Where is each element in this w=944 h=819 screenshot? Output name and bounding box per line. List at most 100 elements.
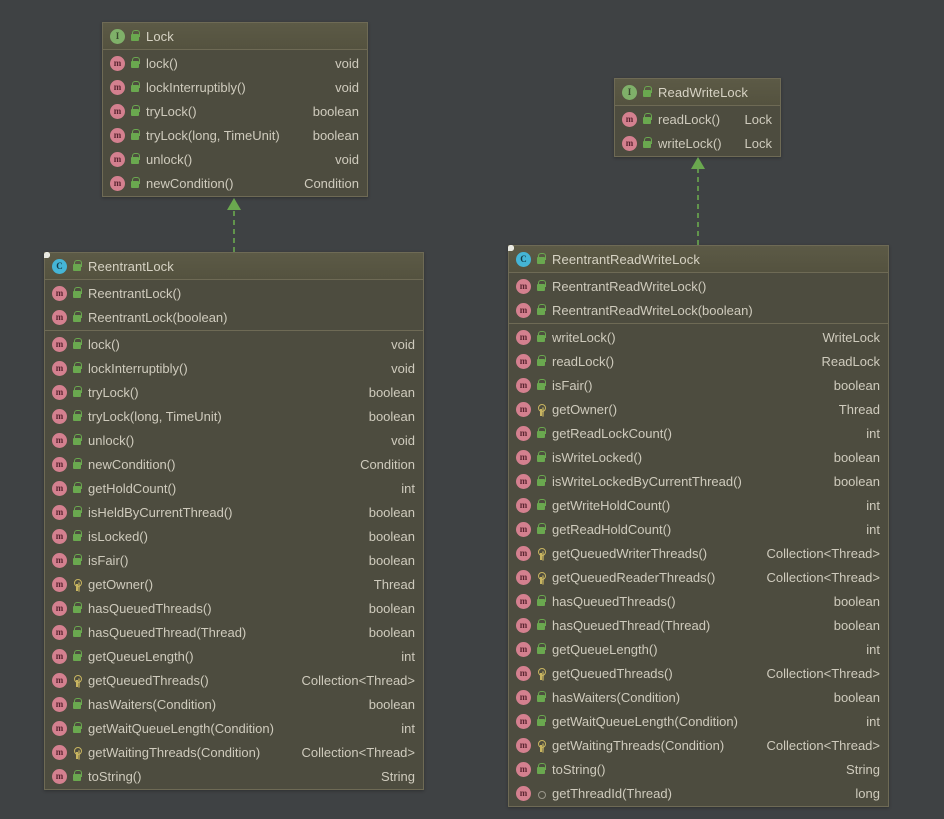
uml-member-row[interactable]: m getQueuedReaderThreads() Collection<Thre… (509, 565, 888, 589)
uml-member-row[interactable]: m hasQueuedThread(Thread) boolean (509, 613, 888, 637)
uml-member-row[interactable]: m isWriteLocked() boolean (509, 445, 888, 469)
uml-member-row[interactable]: m getReadLockCount() int (509, 421, 888, 445)
member-name: isWriteLocked() (552, 449, 643, 465)
method-icon: m (52, 432, 67, 448)
uml-member-row[interactable]: m getQueuedThreads() Collection<Thread> (509, 661, 888, 685)
uml-member-row[interactable]: m getOwner() Thread (45, 572, 423, 596)
uml-box-header[interactable]: C ReentrantReadWriteLock (509, 246, 888, 273)
uml-member-row[interactable]: m writeLock() Lock (615, 131, 780, 155)
uml-member-row[interactable]: m tryLock() boolean (103, 99, 367, 123)
public-lock-icon (71, 310, 83, 325)
uml-box-title: ReadWriteLock (658, 84, 748, 100)
uml-member-row[interactable]: m newCondition() Condition (103, 171, 367, 195)
method-icon: m (516, 401, 531, 417)
public-lock-icon (535, 330, 547, 345)
method-icon: m (52, 648, 67, 664)
public-lock-icon (535, 279, 547, 294)
member-type: ReadLock (821, 353, 880, 369)
public-lock-icon (535, 522, 547, 537)
uml-member-row[interactable]: m tryLock(long, TimeUnit) boolean (45, 404, 423, 428)
uml-member-row[interactable]: m lock() void (103, 51, 367, 75)
public-lock-icon (535, 642, 547, 657)
uml-member-row[interactable]: m isHeldByCurrentThread() boolean (45, 500, 423, 524)
uml-member-row[interactable]: m hasWaiters(Condition) boolean (45, 692, 423, 716)
protected-key-icon (535, 402, 547, 417)
method-icon: m (516, 713, 531, 729)
uml-member-row[interactable]: m hasWaiters(Condition) boolean (509, 685, 888, 709)
method-icon: m (110, 55, 125, 71)
uml-member-row[interactable]: m readLock() Lock (615, 107, 780, 131)
method-icon: m (516, 593, 531, 609)
uml-member-row[interactable]: m tryLock(long, TimeUnit) boolean (103, 123, 367, 147)
uml-member-row[interactable]: m newCondition() Condition (45, 452, 423, 476)
uml-member-row[interactable]: m toString() String (45, 764, 423, 788)
member-type: Collection<Thread> (766, 569, 880, 585)
interface-icon: I (110, 28, 125, 44)
uml-member-row[interactable]: m lock() void (45, 332, 423, 356)
method-icon: m (52, 384, 67, 400)
method-icon: m (516, 473, 531, 489)
member-name: getWaitingThreads(Condition) (552, 737, 725, 753)
uml-class-box-lock[interactable]: I Lock m lock() void m lockInterruptibly() void… (102, 22, 368, 197)
method-icon: m (516, 617, 531, 633)
protected-key-icon (535, 738, 547, 753)
uml-member-row[interactable]: m getWriteHoldCount() int (509, 493, 888, 517)
member-type: void (335, 79, 359, 95)
uml-member-row[interactable]: m getWaitQueueLength(Condition) int (509, 709, 888, 733)
method-icon: m (52, 768, 67, 784)
uml-member-row[interactable]: m getWaitingThreads(Condition) Collection<… (509, 733, 888, 757)
member-type: long (855, 785, 880, 801)
uml-member-row[interactable]: m lockInterruptibly() void (103, 75, 367, 99)
uml-member-row[interactable]: m tryLock() boolean (45, 380, 423, 404)
uml-member-row[interactable]: m isWriteLockedByCurrentThread() boolean (509, 469, 888, 493)
method-icon: m (52, 528, 67, 544)
member-name: unlock() (88, 432, 135, 448)
uml-member-row[interactable]: m getHoldCount() int (45, 476, 423, 500)
public-lock-icon (71, 625, 83, 640)
uml-member-row[interactable]: m getThreadId(Thread) long (509, 781, 888, 805)
member-type: Collection<Thread> (766, 545, 880, 561)
uml-member-row[interactable]: m getQueueLength() int (509, 637, 888, 661)
uml-member-row[interactable]: m getWaitQueueLength(Condition) int (45, 716, 423, 740)
member-type: boolean (368, 600, 415, 616)
uml-member-row[interactable]: m lockInterruptibly() void (45, 356, 423, 380)
method-icon: m (622, 135, 637, 151)
member-type: boolean (833, 593, 880, 609)
member-type: boolean (368, 504, 415, 520)
uml-member-row[interactable]: m hasQueuedThread(Thread) boolean (45, 620, 423, 644)
uml-class-box-readwritelock[interactable]: I ReadWriteLock m readLock() Lock m writeLock(… (614, 78, 781, 157)
uml-member-row[interactable]: m writeLock() WriteLock (509, 325, 888, 349)
method-icon: m (516, 689, 531, 705)
uml-member-row[interactable]: m toString() String (509, 757, 888, 781)
public-lock-icon (129, 80, 141, 95)
member-type: void (391, 360, 415, 376)
member-name: getWaitQueueLength(Condition) (552, 713, 738, 729)
uml-member-row[interactable]: m isFair() boolean (45, 548, 423, 572)
uml-member-row[interactable]: m unlock() void (45, 428, 423, 452)
uml-member-row[interactable]: m getReadHoldCount() int (509, 517, 888, 541)
uml-class-box-reentrantlock[interactable]: C ReentrantLock m ReentrantLock() m Reentrant… (44, 252, 424, 790)
uml-member-row[interactable]: m getQueuedWriterThreads() Collection<Thre… (509, 541, 888, 565)
uml-box-header[interactable]: I Lock (103, 23, 367, 50)
uml-member-row[interactable]: m hasQueuedThreads() boolean (509, 589, 888, 613)
uml-member-row[interactable]: m getOwner() Thread (509, 397, 888, 421)
protected-key-icon (71, 577, 83, 592)
uml-box-header[interactable]: I ReadWriteLock (615, 79, 780, 106)
uml-member-row[interactable]: m getWaitingThreads(Condition) Collection<… (45, 740, 423, 764)
method-icon: m (516, 353, 531, 369)
uml-member-row[interactable]: m hasQueuedThreads() boolean (45, 596, 423, 620)
uml-member-row[interactable]: m getQueuedThreads() Collection<Thread> (45, 668, 423, 692)
uml-member-row[interactable]: m isLocked() boolean (45, 524, 423, 548)
uml-class-box-reentrantreadwritelock[interactable]: C ReentrantReadWriteLock m ReentrantReadWri… (508, 245, 889, 807)
member-name: getQueueLength() (88, 648, 194, 664)
protected-key-icon (535, 666, 547, 681)
uml-member-row[interactable]: m ReentrantLock(boolean) (45, 305, 423, 329)
uml-member-row[interactable]: m unlock() void (103, 147, 367, 171)
uml-box-header[interactable]: C ReentrantLock (45, 253, 423, 280)
uml-member-row[interactable]: m ReentrantReadWriteLock() (509, 274, 888, 298)
uml-member-row[interactable]: m readLock() ReadLock (509, 349, 888, 373)
uml-member-row[interactable]: m getQueueLength() int (45, 644, 423, 668)
uml-member-row[interactable]: m isFair() boolean (509, 373, 888, 397)
uml-member-row[interactable]: m ReentrantLock() (45, 281, 423, 305)
uml-member-row[interactable]: m ReentrantReadWriteLock(boolean) (509, 298, 888, 322)
